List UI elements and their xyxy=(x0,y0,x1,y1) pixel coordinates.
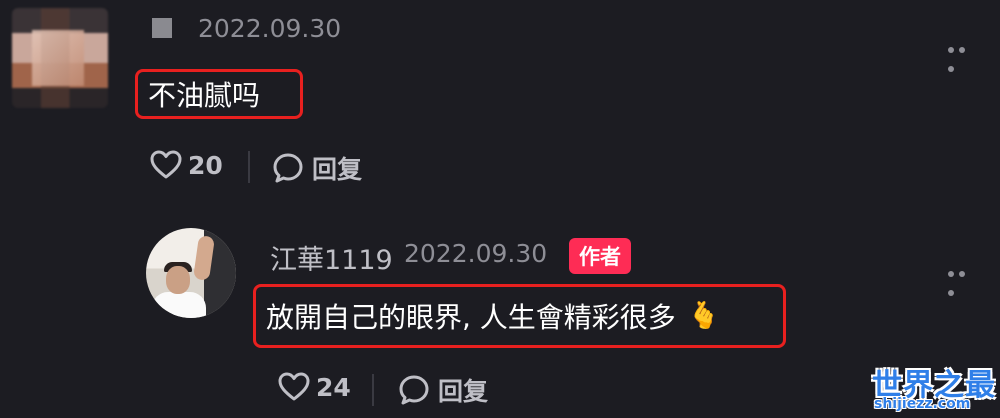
finger-heart-emoji: 🫰 xyxy=(687,301,721,331)
comment-like-count: 20 xyxy=(188,150,223,180)
comment-date: 2022.09.30 xyxy=(198,14,342,43)
author-badge: 作者 xyxy=(569,238,631,274)
author-avatar[interactable] xyxy=(146,228,236,318)
reply-text-highlight: 放開自己的眼界, 人生會精彩很多 🫰 xyxy=(253,284,786,348)
speech-bubble-icon xyxy=(399,375,429,405)
reply-reply-button[interactable]: 回复 xyxy=(398,372,488,408)
author-name[interactable]: 江華1119 xyxy=(270,238,393,277)
commenter-avatar-blurred[interactable] xyxy=(12,8,108,108)
comment-reply-button[interactable]: 回复 xyxy=(272,150,362,186)
heart-outline-icon xyxy=(150,150,182,179)
reply-date: 2022.09.30 xyxy=(404,239,548,268)
heart-outline-icon xyxy=(278,372,310,401)
reply-like-count: 24 xyxy=(316,372,351,402)
reply-like-button[interactable]: 24 xyxy=(278,372,351,402)
comment-text-highlight: 不油腻吗 xyxy=(135,69,303,119)
reply-more-icon[interactable] xyxy=(948,262,978,296)
watermark-url: shijiezz.com xyxy=(874,396,971,412)
speech-bubble-icon xyxy=(273,153,303,183)
reply-text: 放開自己的眼界, 人生會精彩很多 xyxy=(266,301,676,334)
commenter-name-redacted[interactable] xyxy=(152,18,172,38)
action-divider xyxy=(248,151,250,183)
comment-text: 不油腻吗 xyxy=(148,79,261,112)
comment-more-icon[interactable] xyxy=(948,38,978,72)
comment-like-button[interactable]: 20 xyxy=(150,150,223,180)
comment-reply-label: 回复 xyxy=(312,155,363,184)
reply-reply-label: 回复 xyxy=(438,377,489,406)
action-divider xyxy=(372,374,374,406)
